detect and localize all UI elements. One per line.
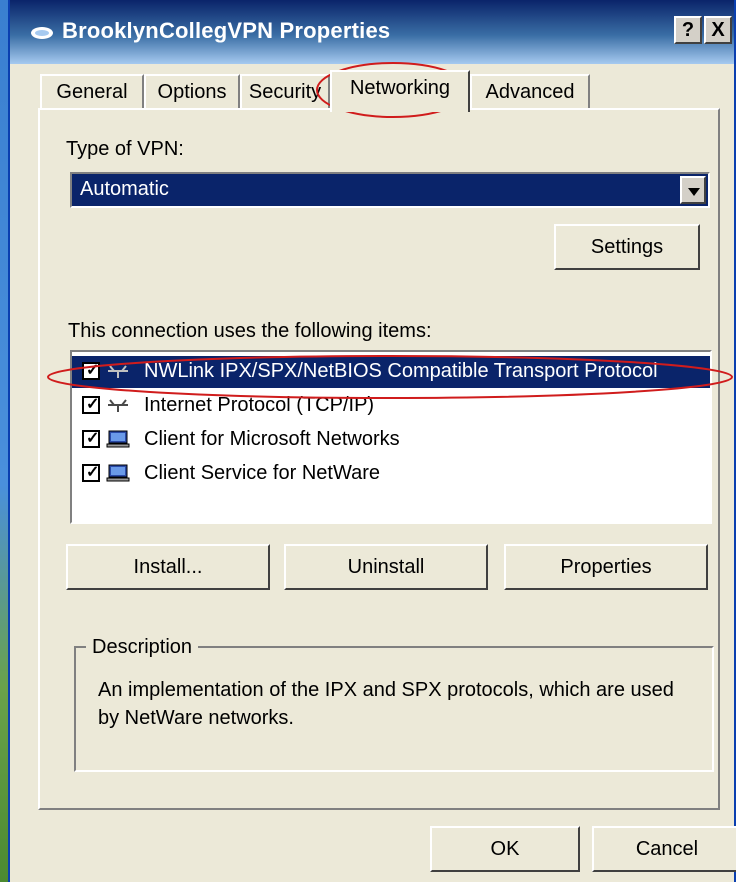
vpn-type-value: Automatic	[80, 178, 169, 200]
properties-button[interactable]: Properties	[504, 544, 708, 590]
list-item[interactable]: Internet Protocol (TCP/IP)	[72, 390, 710, 422]
item-label: Internet Protocol (TCP/IP)	[144, 394, 375, 416]
window-title: BrooklynCollegVPN Properties	[62, 18, 391, 43]
computer-icon	[106, 430, 130, 448]
tab-networking[interactable]: Networking	[330, 70, 470, 112]
tab-general[interactable]: General	[40, 74, 144, 110]
checkbox[interactable]	[82, 360, 100, 380]
tab-advanced[interactable]: Advanced	[470, 74, 590, 110]
tab-options[interactable]: Options	[144, 74, 240, 110]
vpn-type-select[interactable]: Automatic	[70, 172, 710, 208]
description-title: Description	[86, 636, 199, 659]
protocol-icon	[108, 399, 128, 412]
items-list[interactable]: NWLink IPX/SPX/NetBIOS Compatible Transp…	[70, 350, 712, 524]
properties-dialog: BrooklynCollegVPN Properties ? X General…	[8, 0, 736, 882]
items-header: This connection uses the following items…	[68, 320, 432, 342]
description-text: An implementation of the IPX and SPX pro…	[98, 679, 674, 729]
list-item[interactable]: Client Service for NetWare	[72, 458, 710, 490]
checkbox[interactable]	[82, 428, 100, 448]
network-connection-icon	[31, 27, 53, 39]
uninstall-button[interactable]: Uninstall	[284, 544, 488, 590]
title-bar[interactable]: BrooklynCollegVPN Properties ? X	[10, 0, 734, 64]
settings-button[interactable]: Settings	[554, 224, 700, 270]
item-label: Client Service for NetWare	[144, 462, 380, 484]
protocol-icon	[108, 365, 128, 378]
vpn-type-label: Type of VPN:	[66, 138, 184, 160]
tab-security[interactable]: Security	[240, 74, 330, 110]
item-label: NWLink IPX/SPX/NetBIOS Compatible Transp…	[144, 360, 658, 382]
computer-icon	[106, 464, 130, 482]
cancel-button[interactable]: Cancel	[592, 826, 736, 872]
item-label: Client for Microsoft Networks	[144, 428, 400, 450]
chevron-down-icon[interactable]	[680, 176, 706, 204]
close-button[interactable]: X	[704, 16, 732, 44]
help-button[interactable]: ?	[674, 16, 702, 44]
checkbox[interactable]	[82, 462, 100, 482]
ok-button[interactable]: OK	[430, 826, 580, 872]
list-item[interactable]: NWLink IPX/SPX/NetBIOS Compatible Transp…	[72, 356, 710, 388]
install-button[interactable]: Install...	[66, 544, 270, 590]
checkbox[interactable]	[82, 394, 100, 414]
list-item[interactable]: Client for Microsoft Networks	[72, 424, 710, 456]
